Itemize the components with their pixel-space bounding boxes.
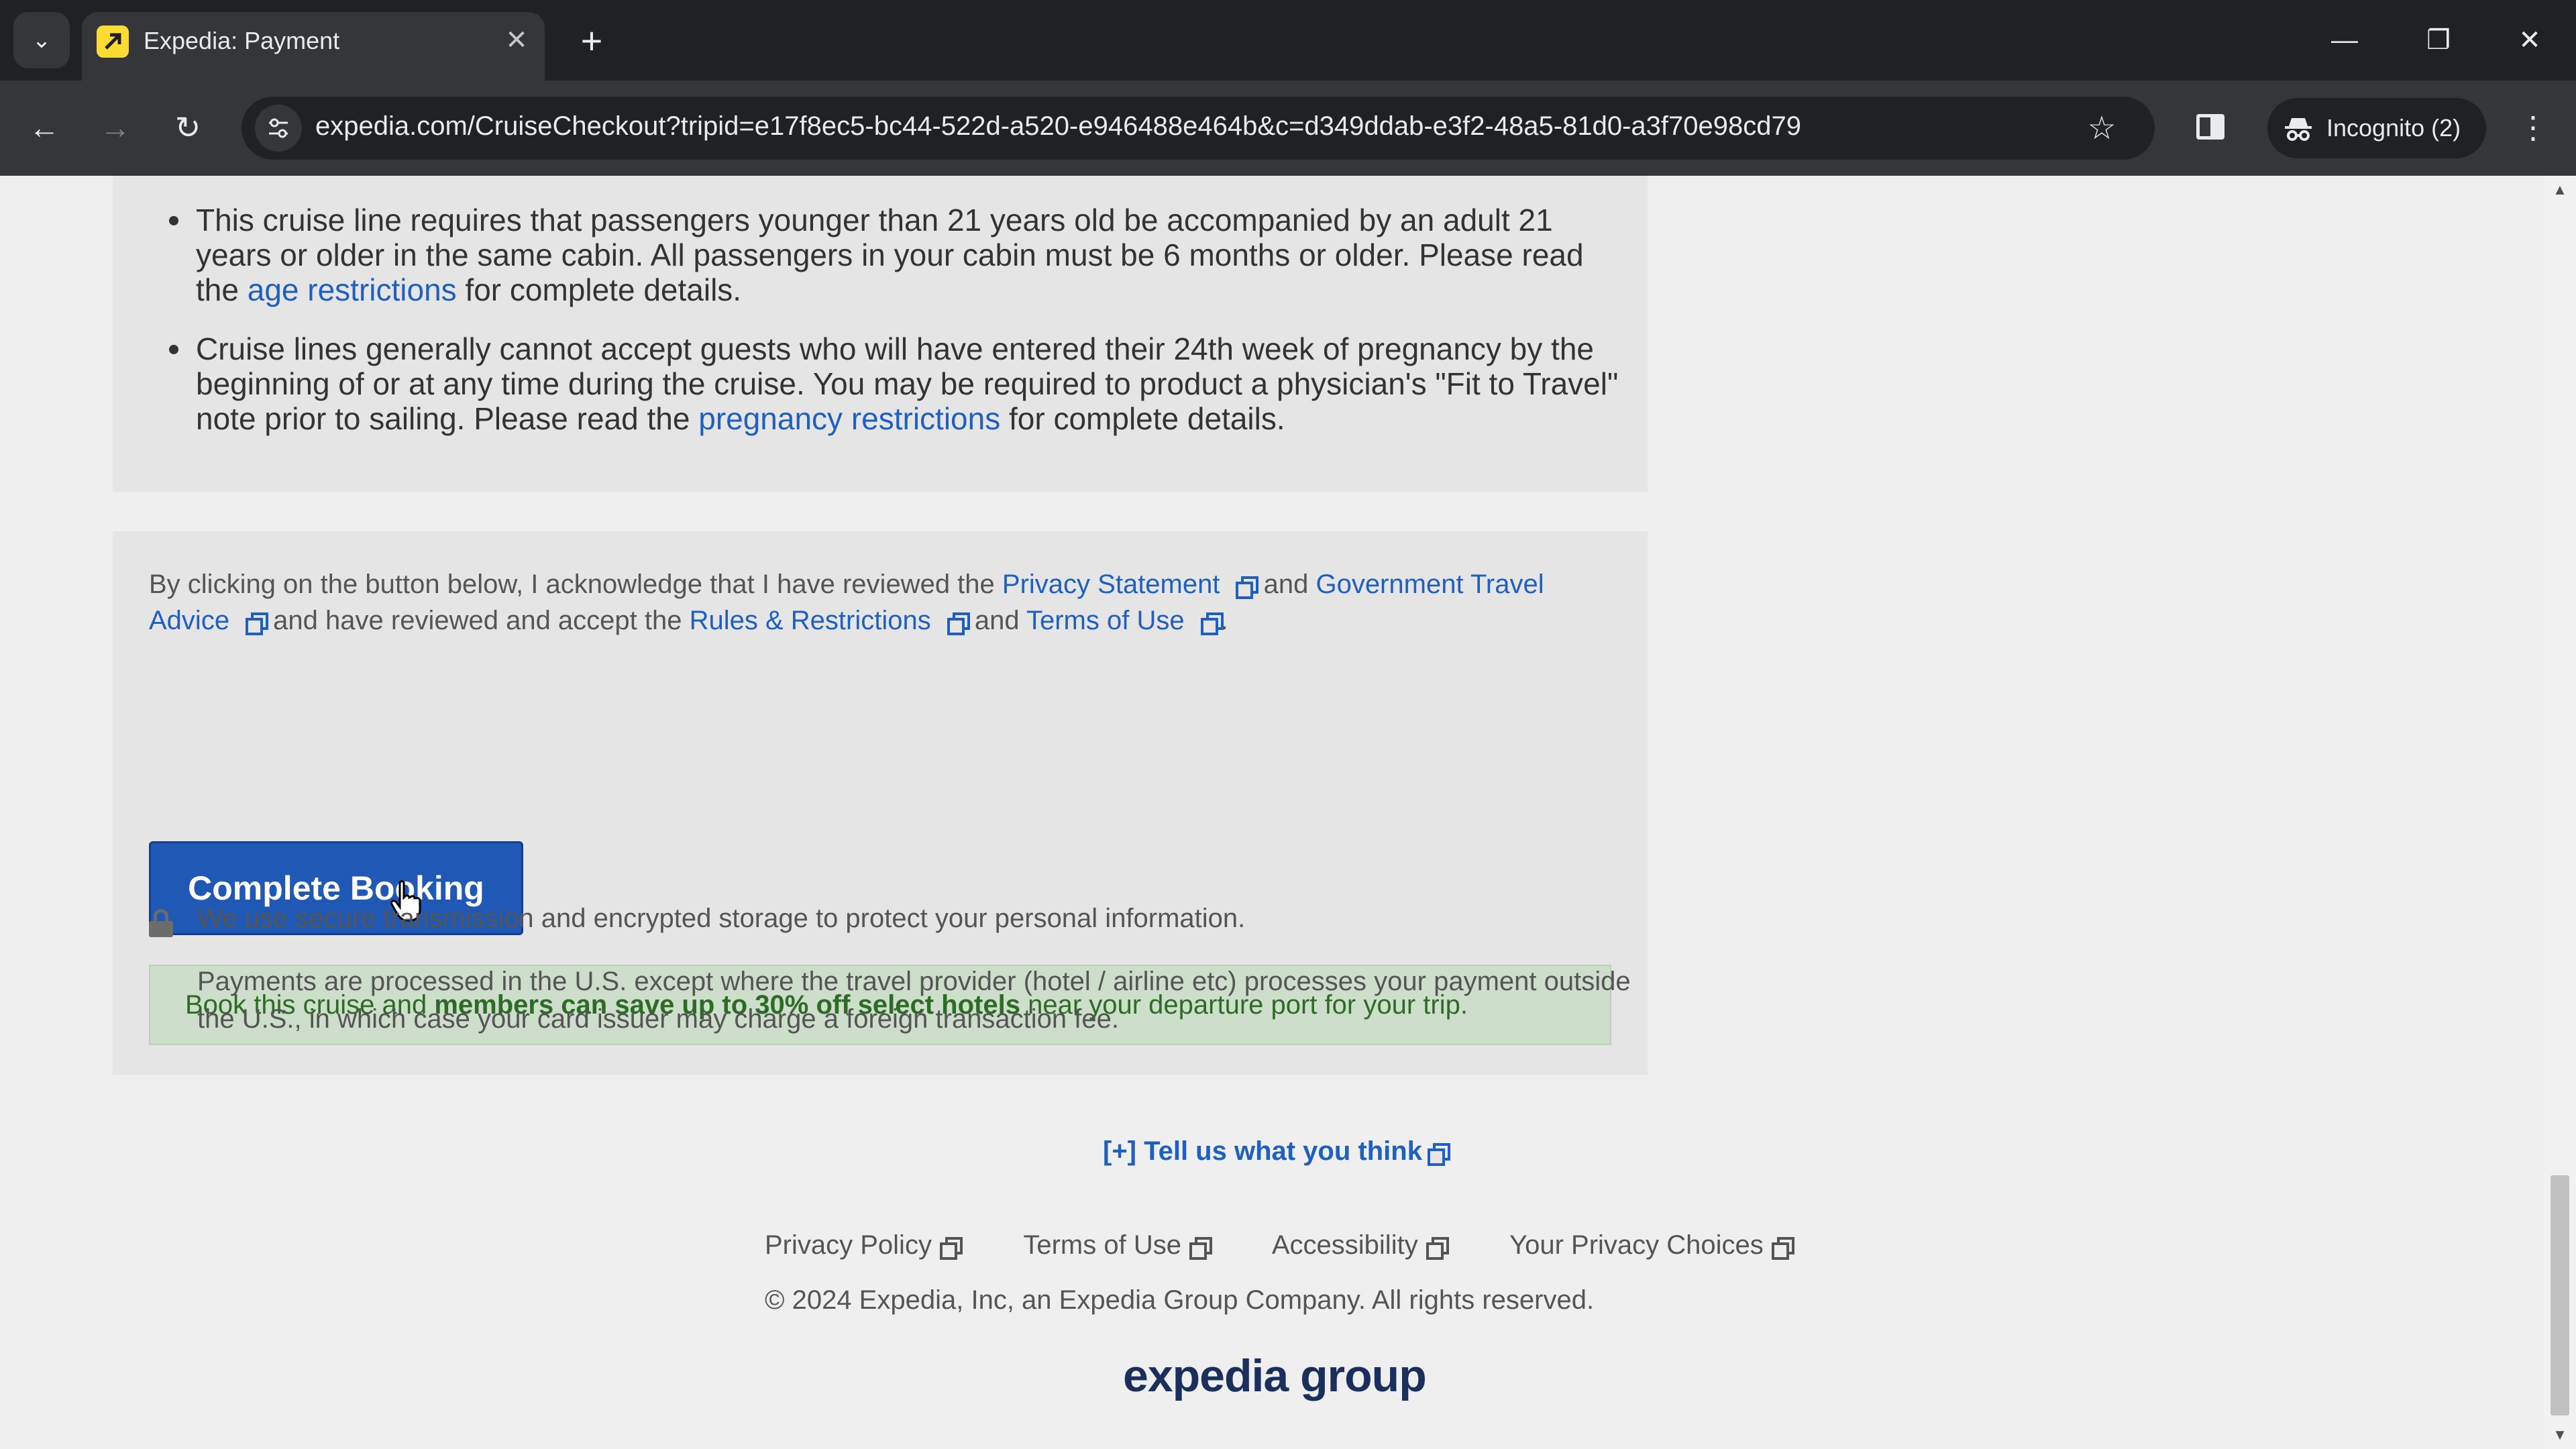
tune-icon[interactable] (255, 105, 302, 152)
external-link-icon (1770, 1236, 1794, 1260)
external-link-icon (1188, 1236, 1212, 1260)
close-icon[interactable]: ✕ (498, 21, 535, 59)
window-close-icon[interactable]: ✕ (2500, 13, 2560, 67)
plus-icon[interactable]: + (568, 16, 616, 64)
scroll-down-icon[interactable]: ▼ (2552, 1426, 2568, 1444)
feedback-link[interactable]: [+] Tell us what you think (1103, 1136, 1450, 1167)
age-restriction-item: This cruise line requires that passenger… (169, 203, 1625, 307)
incognito-indicator[interactable]: Incognito (2) (2267, 98, 2486, 158)
footer-privacy-policy-link[interactable]: Privacy Policy (765, 1230, 963, 1260)
payments-processing-text: Payments are processed in the U.S. excep… (197, 967, 1631, 1034)
expedia-favicon-icon (97, 25, 129, 58)
chevron-down-icon[interactable]: ⌄ (13, 12, 70, 68)
star-icon[interactable]: ☆ (2080, 106, 2124, 150)
footer-accessibility-link[interactable]: Accessibility (1272, 1230, 1449, 1260)
footer-links: Privacy Policy Terms of Use Accessibilit… (765, 1230, 1794, 1260)
terms-of-use-link[interactable]: Terms of Use (1026, 606, 1224, 636)
page-viewport: This cruise line requires that passenger… (0, 176, 2544, 1449)
expedia-group-logo: expedia group (1123, 1350, 1427, 1401)
reload-icon[interactable]: ↻ (164, 103, 212, 152)
incognito-icon (2285, 118, 2312, 141)
minimize-icon[interactable]: — (2314, 13, 2375, 67)
secure-transmission-text: We use secure transmission and encrypted… (197, 904, 1246, 933)
restrictions-list: This cruise line requires that passenger… (169, 203, 1625, 460)
restore-icon[interactable]: ❐ (2408, 13, 2469, 67)
external-link-icon (1426, 1142, 1450, 1167)
url-text[interactable]: expedia.com/CruiseCheckout?tripid=e17f8e… (315, 111, 1801, 142)
vertical-scrollbar[interactable]: ▲ ▼ (2544, 176, 2576, 1449)
side-panel-icon[interactable] (2187, 103, 2235, 152)
pregnancy-restrictions-link[interactable]: pregnancy restrictions (698, 401, 1000, 436)
age-restrictions-link[interactable]: age restrictions (248, 272, 457, 307)
scroll-up-icon[interactable]: ▲ (2552, 181, 2568, 199)
tab-title: Expedia: Payment (144, 27, 340, 54)
rules-restrictions-link[interactable]: Rules & Restrictions (690, 606, 970, 636)
restrictions-card: This cruise line requires that passenger… (113, 176, 1648, 492)
scrollbar-thumb[interactable] (2551, 1175, 2569, 1415)
incognito-label: Incognito (2) (2326, 114, 2461, 142)
external-link-icon (1425, 1236, 1449, 1260)
browser-toolbar: ← → ↻ expedia.com/CruiseCheckout?tripid=… (0, 80, 2576, 176)
forward-arrow-icon[interactable]: → (91, 103, 140, 152)
external-link-icon (938, 1236, 963, 1260)
external-link-icon (1199, 611, 1224, 636)
kebab-menu-icon[interactable]: ⋮ (2509, 103, 2557, 152)
copyright-text: © 2024 Expedia, Inc, an Expedia Group Co… (765, 1285, 1595, 1315)
privacy-statement-link[interactable]: Privacy Statement (1002, 570, 1259, 600)
address-bar[interactable]: expedia.com/CruiseCheckout?tripid=e17f8e… (241, 97, 2155, 160)
external-link-icon (946, 611, 970, 636)
browser-tab-bar: ⌄ Expedia: Payment ✕ + — ❐ ✕ (0, 0, 2576, 80)
external-link-icon (244, 611, 269, 636)
back-arrow-icon[interactable]: ← (20, 103, 68, 152)
acknowledgement-text: By clicking on the button below, I ackno… (149, 570, 1544, 636)
lock-icon (149, 909, 173, 937)
footer-terms-of-use-link[interactable]: Terms of Use (1023, 1230, 1212, 1260)
browser-tab[interactable]: Expedia: Payment ✕ (82, 12, 545, 80)
external-link-icon (1234, 575, 1259, 600)
footer-privacy-choices-link[interactable]: Your Privacy Choices (1509, 1230, 1794, 1260)
pregnancy-restriction-item: Cruise lines generally cannot accept gue… (169, 331, 1625, 436)
